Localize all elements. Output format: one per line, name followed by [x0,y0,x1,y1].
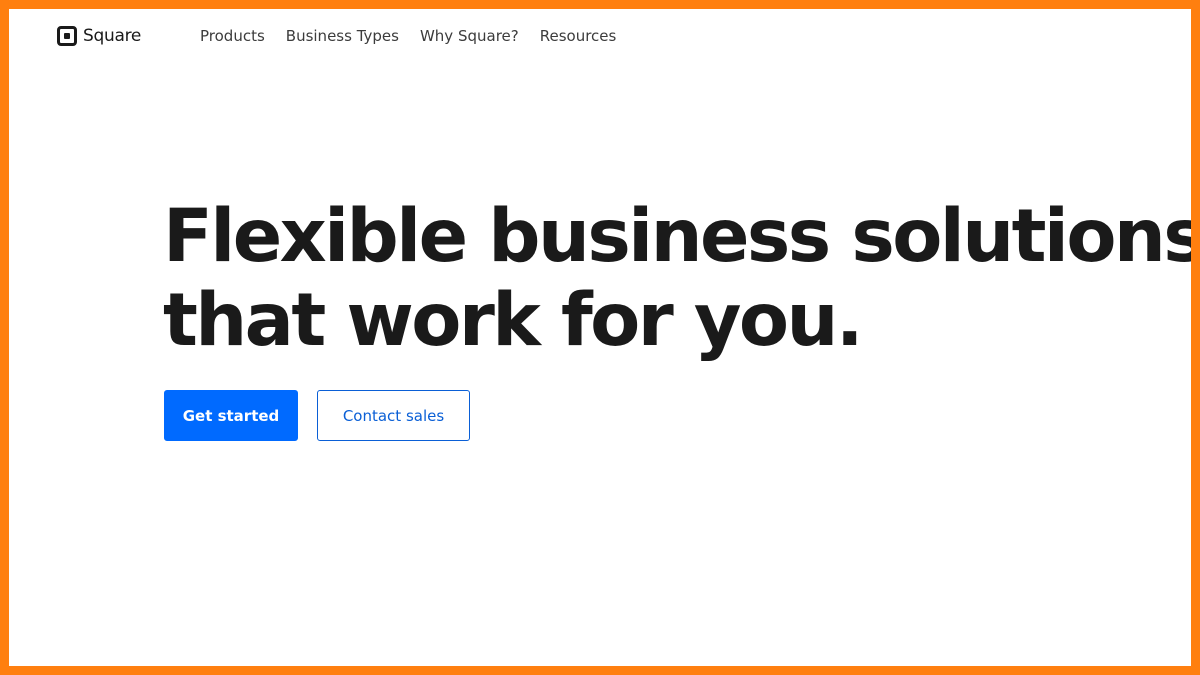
square-logo-icon [57,26,77,46]
get-started-button[interactable]: Get started [164,390,298,441]
contact-sales-button[interactable]: Contact sales [317,390,470,441]
nav-item-business-types[interactable]: Business Types [286,27,399,45]
primary-nav: Products Business Types Why Square? Reso… [200,27,616,45]
hero-headline: Flexible business solutions that work fo… [163,194,1200,363]
nav-item-resources[interactable]: Resources [540,27,617,45]
brand-logo-link[interactable]: Square [57,26,141,46]
screenshot-frame: Square Products Business Types Why Squar… [0,0,1200,675]
hero-headline-line-1: Flexible business solutions [163,194,1200,279]
square-logo-icon-inner [64,33,70,39]
nav-item-products[interactable]: Products [200,27,265,45]
hero-cta-group: Get started Contact sales [164,390,470,441]
brand-name: Square [83,26,142,46]
hero-headline-line-2: that work for you. [163,278,864,363]
top-navigation: Square Products Business Types Why Squar… [9,9,1191,81]
nav-item-why-square[interactable]: Why Square? [420,27,519,45]
